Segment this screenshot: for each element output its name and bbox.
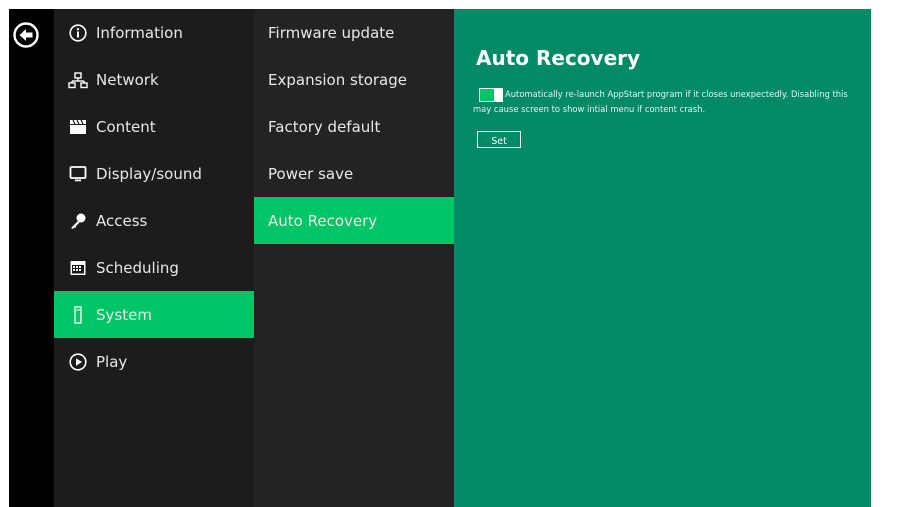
nav-item-system[interactable]: System [54, 291, 254, 338]
system-submenu: Firmware update Expansion storage Factor… [254, 9, 454, 507]
info-icon [68, 23, 88, 43]
back-button[interactable] [12, 21, 40, 49]
nav-item-play[interactable]: Play [54, 338, 254, 385]
nav-item-label: Information [96, 23, 183, 42]
play-circle-icon [68, 352, 88, 372]
network-icon [68, 70, 88, 90]
submenu-item-power-save[interactable]: Power save [254, 150, 454, 197]
submenu-item-label: Expansion storage [268, 70, 407, 89]
submenu-item-label: Power save [268, 164, 354, 183]
nav-item-network[interactable]: Network [54, 56, 254, 103]
auto-recovery-description: Automatically re-launch AppStart program… [473, 89, 848, 114]
nav-item-information[interactable]: Information [54, 9, 254, 56]
nav-item-label: Network [96, 70, 159, 89]
submenu-item-factory-default[interactable]: Factory default [254, 103, 454, 150]
nav-item-label: System [96, 305, 152, 324]
main-nav: Information Network Content Display/soun… [54, 9, 254, 507]
nav-item-label: Content [96, 117, 156, 136]
submenu-item-label: Factory default [268, 117, 381, 136]
left-rail [9, 9, 54, 507]
usb-drive-icon [68, 305, 88, 325]
set-button[interactable]: Set [477, 131, 521, 148]
submenu-item-label: Auto Recovery [268, 211, 378, 230]
toggle-knob [494, 89, 502, 101]
nav-item-label: Play [96, 352, 128, 371]
nav-item-display-sound[interactable]: Display/sound [54, 150, 254, 197]
key-icon [68, 211, 88, 231]
submenu-item-auto-recovery[interactable]: Auto Recovery [254, 197, 454, 244]
submenu-item-expansion-storage[interactable]: Expansion storage [254, 56, 454, 103]
app-frame: Information Network Content Display/soun… [9, 9, 871, 507]
back-arrow-icon [13, 22, 39, 48]
nav-item-label: Access [96, 211, 148, 230]
auto-recovery-panel: Auto Recovery Automatically re-launch Ap… [454, 9, 871, 507]
toggle-fill [480, 89, 494, 101]
nav-item-access[interactable]: Access [54, 197, 254, 244]
clapperboard-icon [68, 117, 88, 137]
auto-recovery-toggle[interactable] [479, 88, 503, 102]
nav-item-scheduling[interactable]: Scheduling [54, 244, 254, 291]
nav-item-label: Display/sound [96, 164, 202, 183]
nav-item-label: Scheduling [96, 258, 179, 277]
page-title: Auto Recovery [476, 46, 641, 70]
nav-item-content[interactable]: Content [54, 103, 254, 150]
submenu-item-firmware-update[interactable]: Firmware update [254, 9, 454, 56]
calendar-icon [68, 258, 88, 278]
submenu-item-label: Firmware update [268, 23, 395, 42]
monitor-icon [68, 164, 88, 184]
